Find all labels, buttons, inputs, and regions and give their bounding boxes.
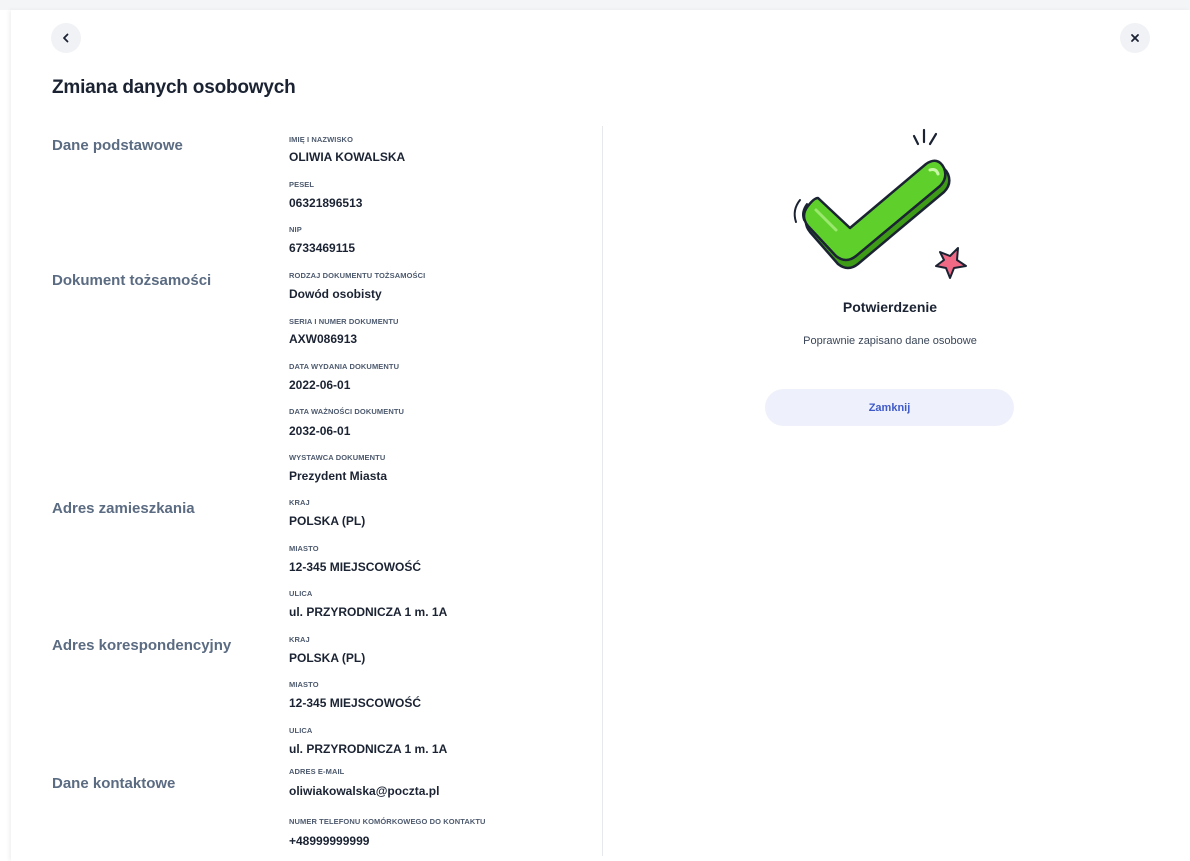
field-label-correspondence-city: MIASTO (289, 680, 319, 689)
field-value-residence-street: ul. PRZYRODNICZA 1 m. 1A (289, 605, 448, 619)
section-residence-address: Adres zamieszkania (52, 500, 195, 517)
field-label-correspondence-street: ULICA (289, 726, 313, 735)
close-icon (1130, 33, 1140, 43)
top-strip (0, 0, 1190, 10)
field-value-correspondence-country: POLSKA (PL) (289, 651, 366, 665)
field-value-pesel: 06321896513 (289, 196, 363, 210)
modal-sheet (11, 10, 1190, 861)
field-value-issuer: Prezydent Miasta (289, 469, 388, 483)
section-id-document: Dokument tożsamości (52, 272, 212, 289)
checkmark-success-icon (780, 124, 980, 284)
close-button-top[interactable] (1120, 23, 1150, 53)
confirmation-message: Poprawnie zapisano dane osobowe (803, 335, 977, 347)
field-value-issue-date: 2022-06-01 (289, 378, 351, 392)
field-value-document-number: AXW086913 (289, 332, 358, 346)
field-value-document-type: Dowód osobisty (289, 287, 382, 301)
section-basic-data: Dane podstawowe (52, 137, 183, 154)
field-label-residence-city: MIASTO (289, 544, 319, 553)
chevron-left-icon (61, 33, 71, 43)
field-label-document-type: RODZAJ DOKUMENTU TOŻSAMOŚCI (289, 271, 426, 280)
field-label-issue-date: DATA WYDANIA DOKUMENTU (289, 362, 400, 371)
section-contact-data: Dane kontaktowe (52, 775, 176, 792)
field-label-correspondence-country: KRAJ (289, 635, 310, 644)
field-value-phone: +48999999999 (289, 834, 370, 848)
field-value-residence-city: 12-345 MIEJSCOWOŚĆ (289, 560, 422, 574)
field-label-email: ADRES E-MAIL (289, 767, 345, 776)
field-label-document-number: SERIA I NUMER DOKUMENTU (289, 317, 399, 326)
confirmation-title: Potwierdzenie (842, 299, 938, 315)
field-value-residence-country: POLSKA (PL) (289, 514, 366, 528)
field-label-residence-street: ULICA (289, 589, 313, 598)
column-divider (602, 126, 603, 856)
field-label-phone: NUMER TELEFONU KOMÓRKOWEGO DO KONTAKTU (289, 817, 486, 826)
field-label-residence-country: KRAJ (289, 498, 310, 507)
field-label-pesel: PESEL (289, 180, 315, 189)
field-value-correspondence-street: ul. PRZYRODNICZA 1 m. 1A (289, 742, 448, 756)
page-title: Zmiana danych osobowych (52, 77, 296, 98)
close-button[interactable]: Zamknij (765, 389, 1014, 426)
field-value-full-name: OLIWIA KOWALSKA (289, 150, 406, 164)
field-value-correspondence-city: 12-345 MIEJSCOWOŚĆ (289, 696, 422, 710)
field-label-expiry-date: DATA WAŻNOŚCI DOKUMENTU (289, 407, 405, 416)
field-label-nip: NIP (289, 225, 302, 234)
field-label-full-name: IMIĘ I NAZWISKO (289, 135, 353, 144)
section-correspondence-address: Adres korespondencyjny (52, 637, 232, 654)
field-value-expiry-date: 2032-06-01 (289, 424, 351, 438)
field-value-email: oliwiakowalska@poczta.pl (289, 784, 440, 798)
field-label-issuer: WYSTAWCA DOKUMENTU (289, 453, 386, 462)
field-value-nip: 6733469115 (289, 241, 356, 255)
back-button[interactable] (51, 23, 81, 53)
